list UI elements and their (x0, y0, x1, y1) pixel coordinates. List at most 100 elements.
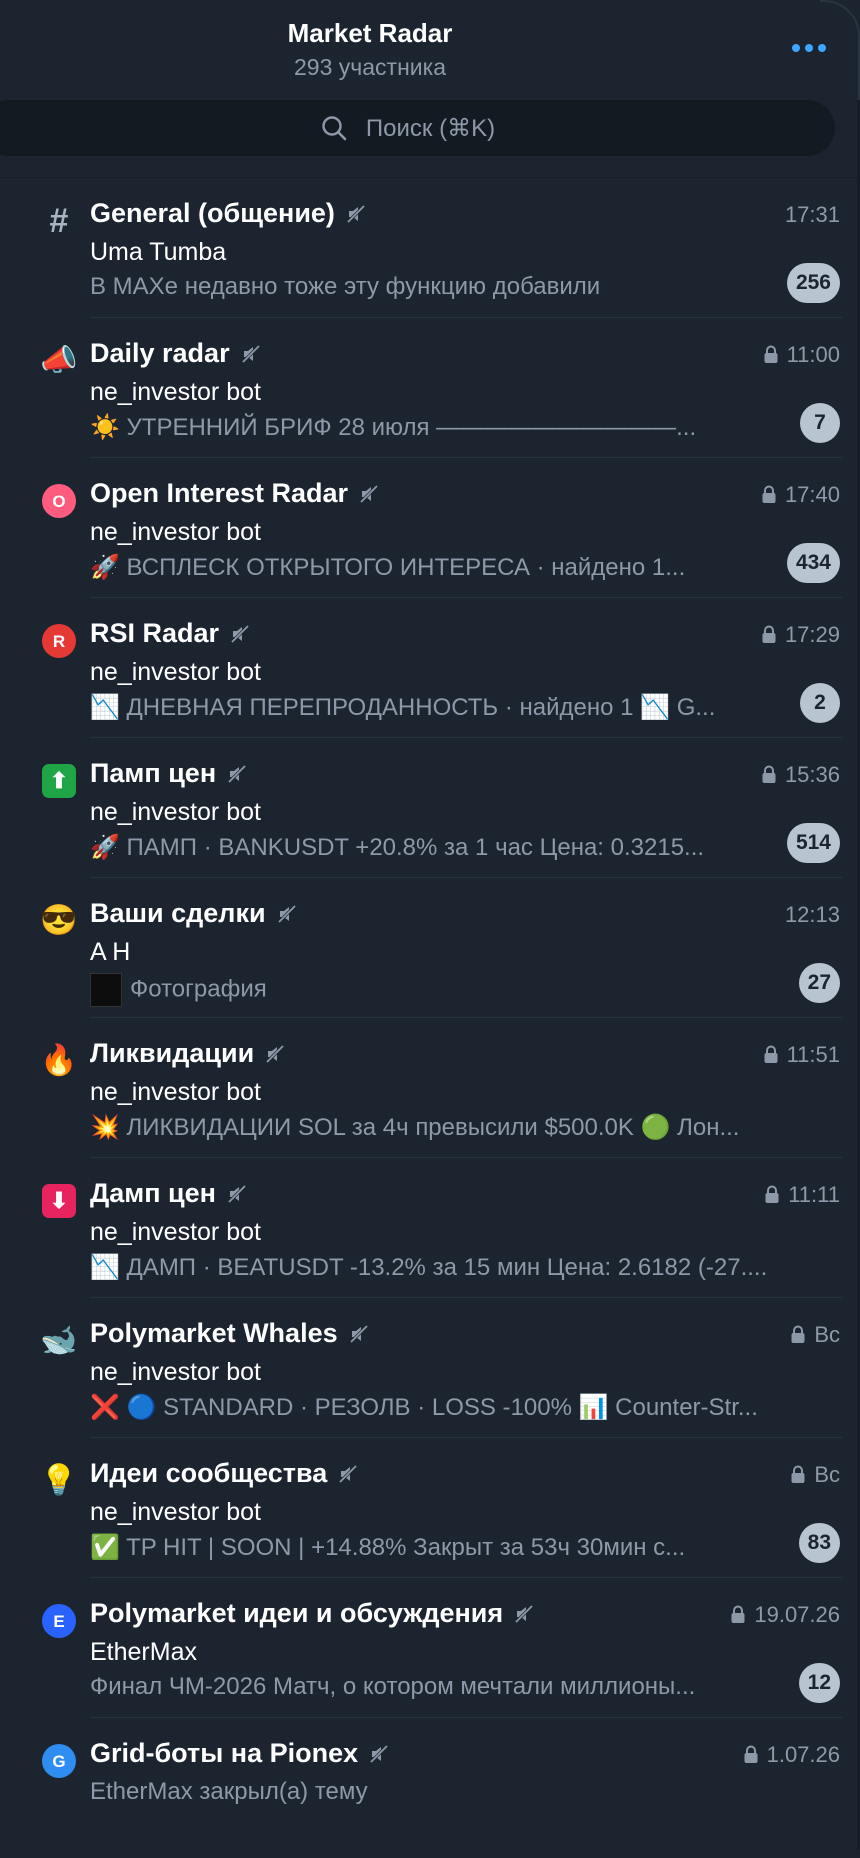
topic-row-pump[interactable]: ⬆ Памп цен 15:36 ne_investor bot 🚀 ПАМП · BA… (0, 738, 860, 878)
topic-time: 1.07.26 (743, 1742, 840, 1768)
message-preview: 🚀 ВСПЛЕСК ОТКРЫТОГО ИНТЕРЕСА · найдено 1… (90, 554, 686, 581)
last-sender: ne_investor bot (90, 1078, 261, 1106)
topic-title: Ликвидации (90, 1038, 286, 1069)
topic-title: Идеи сообщества (90, 1458, 359, 1489)
search-icon (322, 116, 347, 141)
message-preview: EtherMax закрыл(а) тему (90, 1778, 368, 1805)
topic-title: Дамп цен (90, 1178, 248, 1209)
muted-icon (346, 204, 366, 223)
last-sender: ne_investor bot (90, 518, 261, 546)
last-sender: ne_investor bot (90, 1498, 261, 1526)
topic-list: # General (общение) 17:31 Uma Tumba В MAXе н… (0, 178, 860, 1858)
lock-icon (731, 1605, 745, 1623)
photo-thumbnail (90, 973, 122, 1007)
topic-title: Polymarket идеи и обсуждения (90, 1598, 535, 1629)
last-sender: ne_investor bot (90, 378, 261, 406)
muted-icon (241, 344, 260, 363)
topic-row-grid-bots[interactable]: G Grid-боты на Pionex 1.07.26 EtherMax закр… (0, 1718, 860, 1858)
last-sender: ne_investor bot (90, 798, 261, 826)
search-placeholder: Поиск (⌘K) (365, 114, 496, 142)
message-preview: 💥 ЛИКВИДАЦИИ SOL за 4ч превысили $500.0K… (90, 1114, 740, 1141)
topic-row-open-interest-radar[interactable]: O Open Interest Radar 17:40 ne_investor bot… (0, 458, 860, 598)
topic-time: Вс (790, 1462, 840, 1488)
topic-time: 15:36 (761, 762, 840, 788)
topic-row-polymarket-ideas[interactable]: E Polymarket идеи и обсуждения 19.07.26 Eth… (0, 1578, 860, 1718)
lock-icon (791, 1465, 805, 1483)
topic-title: Open Interest Radar (90, 478, 380, 509)
topic-avatar: O (40, 482, 78, 520)
topic-avatar: E (40, 1602, 78, 1640)
topic-title: Grid-боты на Pionex (90, 1738, 390, 1769)
unread-badge: 27 (798, 963, 840, 1003)
topic-title: Polymarket Whales (90, 1318, 370, 1349)
search-bar[interactable]: Поиск (⌘K) (0, 100, 835, 156)
topic-time: 11:11 (764, 1182, 840, 1208)
unread-badge: 514 (786, 823, 840, 863)
topic-avatar: 📣 (40, 344, 78, 377)
topic-time: 12:13 (784, 902, 840, 927)
muted-icon (359, 484, 379, 503)
topic-time: Вс (790, 1322, 840, 1348)
topic-title: Памп цен (90, 758, 248, 789)
topic-time: 17:31 (784, 202, 840, 227)
topic-time: 11:00 (763, 342, 840, 368)
topic-avatar: 🔥 (40, 1044, 78, 1077)
last-sender: A H (90, 938, 131, 966)
lock-icon (764, 345, 778, 363)
muted-icon (266, 1044, 285, 1063)
last-sender: ne_investor bot (90, 1218, 261, 1246)
group-title[interactable]: Market Radar (0, 18, 740, 49)
topic-row-dump[interactable]: ⬇ Дамп цен 11:11 ne_investor bot 📉 ДАМП · BE… (0, 1158, 860, 1298)
last-sender: ne_investor bot (90, 1358, 261, 1386)
muted-icon (227, 1184, 247, 1203)
topic-row-liquidations[interactable]: 🔥 Ликвидации 11:51 ne_investor bot 💥 ЛИКВИДА… (0, 1018, 860, 1158)
topic-avatar: ⬇ (40, 1182, 78, 1220)
lock-icon (762, 765, 776, 783)
lock-icon (744, 1745, 758, 1763)
member-count: 293 участника (294, 54, 446, 80)
muted-icon (230, 624, 250, 643)
lock-icon (791, 1325, 805, 1343)
unread-badge: 7 (800, 403, 840, 443)
message-preview: ❌ 🔵 STANDARD · РЕЗОЛВ · LOSS -100% 📊 Cou… (90, 1394, 758, 1421)
muted-icon (370, 1744, 389, 1763)
topic-avatar: 🐋 (40, 1324, 78, 1357)
topic-time: 17:40 (761, 482, 840, 508)
topic-row-general[interactable]: # General (общение) 17:31 Uma Tumba В MAXе н… (0, 178, 860, 318)
topic-title: Daily radar (90, 338, 262, 369)
unread-badge: 83 (798, 1523, 840, 1563)
message-preview: ☀️ УТРЕННИЙ БРИФ 28 июля ——————————... (90, 414, 697, 441)
muted-icon (339, 1464, 358, 1483)
muted-icon (349, 1324, 368, 1343)
muted-icon (277, 904, 296, 923)
lock-icon (765, 1185, 779, 1203)
topic-title: RSI Radar (90, 618, 251, 649)
topic-row-rsi-radar[interactable]: R RSI Radar 17:29 ne_investor bot 📉 ДНЕВНАЯ … (0, 598, 860, 738)
topic-time: 19.07.26 (730, 1602, 840, 1628)
chat-header: Market Radar 293 участника Поиск (⌘K) (0, 0, 860, 178)
muted-icon (515, 1604, 534, 1623)
lock-icon (762, 625, 776, 643)
topic-avatar: 💡 (40, 1464, 78, 1497)
unread-badge: 2 (800, 683, 840, 723)
topic-row-polymarket-whales[interactable]: 🐋 Polymarket Whales Вс ne_investor bot ❌ 🔵 S… (0, 1298, 860, 1438)
unread-badge: 256 (786, 263, 840, 303)
topic-row-community-ideas[interactable]: 💡 Идеи сообщества Вс ne_investor bot ✅ TP HI… (0, 1438, 860, 1578)
topic-time: 17:29 (761, 622, 840, 648)
ellipsis-icon (792, 44, 800, 52)
topic-title: Ваши сделки (90, 898, 298, 929)
topic-time: 11:51 (763, 1042, 840, 1068)
message-preview: 📉 ДНЕВНАЯ ПЕРЕПРОДАННОСТЬ · найдено 1 📉 … (90, 694, 716, 721)
unread-badge: 12 (798, 1663, 840, 1703)
lock-icon (764, 1045, 778, 1063)
topic-row-daily-radar[interactable]: 📣 Daily radar 11:00 ne_investor bot ☀️ УТРЕН… (0, 318, 860, 458)
topic-row-your-trades[interactable]: 😎 Ваши сделки 12:13 A H Фотография 27 (0, 878, 860, 1018)
unread-badge: 434 (786, 543, 840, 583)
last-sender: Uma Tumba (90, 238, 227, 266)
last-sender: ne_investor bot (90, 658, 261, 686)
message-preview: 📉 ДАМП · BEATUSDT -13.2% за 15 мин Цена:… (90, 1254, 768, 1281)
topic-avatar: G (40, 1742, 78, 1780)
more-options-button[interactable] (785, 30, 833, 66)
message-preview: ✅ TP HIT | SOON | +14.88% Закрыт за 53ч … (90, 1534, 686, 1561)
last-sender: EtherMax (90, 1638, 197, 1666)
